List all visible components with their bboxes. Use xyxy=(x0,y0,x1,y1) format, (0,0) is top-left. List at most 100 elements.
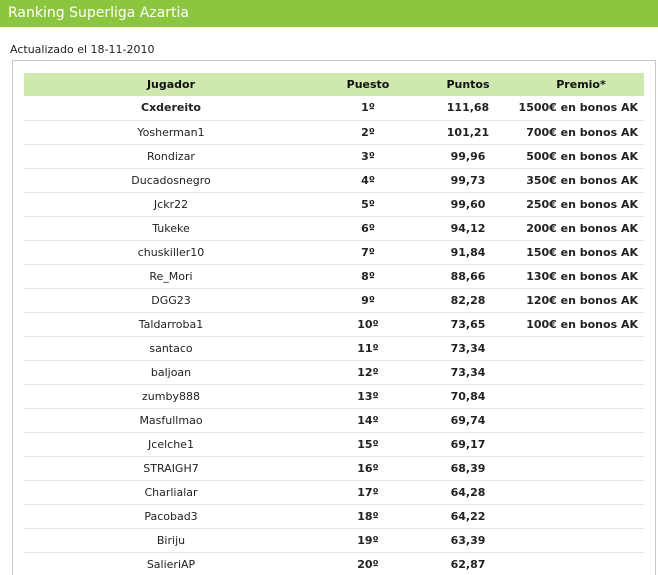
points-cell: 111,68 xyxy=(418,96,518,121)
player-name-cell: chuskiller10 xyxy=(24,240,318,265)
position-cell: 16º xyxy=(318,456,418,481)
prize-cell xyxy=(518,504,644,529)
player-name-cell: Tukeke xyxy=(24,216,318,241)
table-row: Taldarroba1 10º 73,65 100€ en bonos AK xyxy=(24,312,644,337)
table-row: Yosherman1 2º 101,21 700€ en bonos AK xyxy=(24,120,644,145)
table-row: Ducadosnegro 4º 99,73 350€ en bonos AK xyxy=(24,168,644,193)
table-row: Charlialar 17º 64,28 xyxy=(24,480,644,505)
table-row: Jckr22 5º 99,60 250€ en bonos AK xyxy=(24,192,644,217)
position-cell: 9º xyxy=(318,288,418,313)
ranking-table: Jugador Puesto Puntos Premio* Cxdereito 1… xyxy=(24,73,644,575)
player-name-cell: Yosherman1 xyxy=(24,120,318,145)
ranking-rows: Cxdereito 1º 111,68 1500€ en bonos AK Yosher… xyxy=(24,96,644,575)
position-cell: 12º xyxy=(318,360,418,385)
points-cell: 64,22 xyxy=(418,504,518,529)
prize-cell: 500€ en bonos AK xyxy=(518,144,644,169)
points-cell: 69,17 xyxy=(418,432,518,457)
table-row: Re_Mori 8º 88,66 130€ en bonos AK xyxy=(24,264,644,289)
position-cell: 8º xyxy=(318,264,418,289)
prize-cell xyxy=(518,408,644,433)
table-row: DGG23 9º 82,28 120€ en bonos AK xyxy=(24,288,644,313)
table-row: Tukeke 6º 94,12 200€ en bonos AK xyxy=(24,216,644,241)
table-row: Biriju 19º 63,39 xyxy=(24,528,644,553)
prize-cell xyxy=(518,528,644,553)
points-cell: 69,74 xyxy=(418,408,518,433)
player-name-cell: SalieriAP xyxy=(24,552,318,575)
player-name-cell: baljoan xyxy=(24,360,318,385)
points-cell: 68,39 xyxy=(418,456,518,481)
prize-cell xyxy=(518,336,644,361)
player-name-cell: santaco xyxy=(24,336,318,361)
table-row: SalieriAP 20º 62,87 xyxy=(24,552,644,575)
table-row: Cxdereito 1º 111,68 1500€ en bonos AK xyxy=(24,96,644,121)
prize-cell xyxy=(518,552,644,575)
player-name-cell: zumby888 xyxy=(24,384,318,409)
position-cell: 19º xyxy=(318,528,418,553)
points-cell: 70,84 xyxy=(418,384,518,409)
player-name-cell: Cxdereito xyxy=(24,96,318,121)
points-cell: 99,96 xyxy=(418,144,518,169)
position-cell: 6º xyxy=(318,216,418,241)
player-name-cell: Pacobad3 xyxy=(24,504,318,529)
prize-cell: 130€ en bonos AK xyxy=(518,264,644,289)
prize-cell xyxy=(518,384,644,409)
points-cell: 94,12 xyxy=(418,216,518,241)
table-row: baljoan 12º 73,34 xyxy=(24,360,644,385)
player-name-cell: DGG23 xyxy=(24,288,318,313)
points-cell: 99,60 xyxy=(418,192,518,217)
player-name-cell: Ducadosnegro xyxy=(24,168,318,193)
table-row: Pacobad3 18º 64,22 xyxy=(24,504,644,529)
table-row: Rondizar 3º 99,96 500€ en bonos AK xyxy=(24,144,644,169)
position-cell: 3º xyxy=(318,144,418,169)
table-row: santaco 11º 73,34 xyxy=(24,336,644,361)
position-cell: 15º xyxy=(318,432,418,457)
column-header-position: Puesto xyxy=(318,73,418,96)
prize-cell: 1500€ en bonos AK xyxy=(518,96,644,121)
table-row: Masfullmao 14º 69,74 xyxy=(24,408,644,433)
prize-cell: 700€ en bonos AK xyxy=(518,120,644,145)
prize-cell: 200€ en bonos AK xyxy=(518,216,644,241)
player-name-cell: Masfullmao xyxy=(24,408,318,433)
position-cell: 10º xyxy=(318,312,418,337)
player-name-cell: Taldarroba1 xyxy=(24,312,318,337)
position-cell: 17º xyxy=(318,480,418,505)
column-header-player: Jugador xyxy=(24,73,318,96)
prize-cell: 100€ en bonos AK xyxy=(518,312,644,337)
player-name-cell: Biriju xyxy=(24,528,318,553)
player-name-cell: Charlialar xyxy=(24,480,318,505)
prize-cell xyxy=(518,432,644,457)
table-row: STRAIGH7 16º 68,39 xyxy=(24,456,644,481)
points-cell: 73,34 xyxy=(418,360,518,385)
updated-date-text: Actualizado el 18-11-2010 xyxy=(10,43,155,56)
prize-cell: 350€ en bonos AK xyxy=(518,168,644,193)
position-cell: 1º xyxy=(318,96,418,121)
player-name-cell: STRAIGH7 xyxy=(24,456,318,481)
points-cell: 73,65 xyxy=(418,312,518,337)
position-cell: 11º xyxy=(318,336,418,361)
points-cell: 73,34 xyxy=(418,336,518,361)
points-cell: 91,84 xyxy=(418,240,518,265)
points-cell: 99,73 xyxy=(418,168,518,193)
points-cell: 63,39 xyxy=(418,528,518,553)
position-cell: 5º xyxy=(318,192,418,217)
prize-cell: 150€ en bonos AK xyxy=(518,240,644,265)
position-cell: 18º xyxy=(318,504,418,529)
position-cell: 14º xyxy=(318,408,418,433)
table-header-row: Jugador Puesto Puntos Premio* xyxy=(24,73,644,96)
player-name-cell: Re_Mori xyxy=(24,264,318,289)
prize-cell xyxy=(518,480,644,505)
prize-cell: 250€ en bonos AK xyxy=(518,192,644,217)
table-row: chuskiller10 7º 91,84 150€ en bonos AK xyxy=(24,240,644,265)
player-name-cell: Jcelche1 xyxy=(24,432,318,457)
prize-cell xyxy=(518,360,644,385)
position-cell: 4º xyxy=(318,168,418,193)
points-cell: 88,66 xyxy=(418,264,518,289)
page-title: Ranking Superliga Azartia xyxy=(0,0,658,27)
prize-cell: 120€ en bonos AK xyxy=(518,288,644,313)
table-row: zumby888 13º 70,84 xyxy=(24,384,644,409)
position-cell: 7º xyxy=(318,240,418,265)
ranking-panel: Jugador Puesto Puntos Premio* Cxdereito 1… xyxy=(12,60,656,575)
prize-cell xyxy=(518,456,644,481)
table-row: Jcelche1 15º 69,17 xyxy=(24,432,644,457)
points-cell: 62,87 xyxy=(418,552,518,575)
